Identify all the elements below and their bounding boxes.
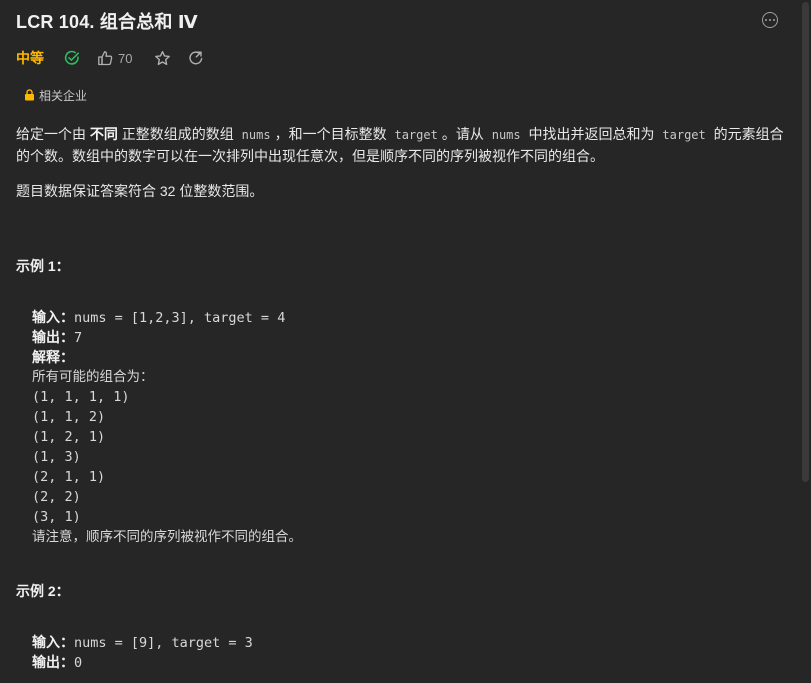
example-1-explain: 解释：	[32, 349, 74, 365]
inline-code: target	[662, 128, 706, 142]
problem-title[interactable]: LCR 104. 组合总和 Ⅳ	[16, 8, 198, 34]
more-icon[interactable]	[762, 12, 778, 28]
scrollbar[interactable]	[800, 0, 811, 683]
combo-line: (2, 2)	[32, 489, 81, 505]
difficulty-badge: 中等	[16, 50, 44, 66]
example-1-explain-intro: 所有可能的组合为：	[32, 369, 154, 384]
desc-emphasis: 不同	[89, 126, 118, 142]
desc-text: 。请从	[441, 126, 488, 142]
like-count: 70	[118, 50, 133, 66]
problem-description: 给定一个由 不同 正整数组成的数组 nums ，和一个目标整数 target 。请从…	[16, 124, 796, 167]
combo-line: (1, 3)	[32, 449, 81, 465]
share-icon[interactable]	[188, 50, 204, 66]
desc-text: 给定一个由	[16, 126, 90, 142]
example-1-output: 输出：7	[32, 329, 83, 346]
example-1-title: 示例 1：	[16, 258, 70, 274]
combo-line: (2, 1, 1)	[32, 469, 106, 485]
inline-code: nums	[491, 128, 521, 142]
example-2-output: 输出：0	[32, 654, 83, 671]
problem-page: LCR 104. 组合总和 Ⅳ 中等 70 相关企业 给定一个由 不同 正整数组…	[0, 0, 800, 683]
desc-text: 中找出并返回总和为	[524, 126, 659, 142]
meta-row: 中等 70	[16, 48, 204, 68]
combo-line: (1, 1, 1, 1)	[32, 389, 130, 405]
title-row: LCR 104. 组合总和 Ⅳ	[16, 8, 198, 34]
desc-text: 正整数组成的数组	[117, 126, 238, 142]
constraint-note: 题目数据保证答案符合 32 位整数范围。	[16, 183, 264, 199]
example-2-block: 输入：nums = [9], target = 3 输出：0	[32, 632, 253, 672]
scrollbar-thumb[interactable]	[802, 2, 809, 482]
lock-icon	[24, 89, 35, 101]
desc-text: ，和一个目标整数	[274, 126, 391, 142]
related-companies[interactable]: 相关企业	[24, 86, 87, 104]
example-1-block: 输入：nums = [1,2,3], target = 4 输出：7 解释： 所…	[32, 307, 302, 547]
inline-code: target	[394, 128, 438, 142]
like-button[interactable]: 70	[97, 50, 132, 66]
combo-line: (1, 1, 2)	[32, 409, 106, 425]
combo-line: (1, 2, 1)	[32, 429, 106, 445]
star-icon[interactable]	[154, 50, 171, 67]
check-circle-icon	[64, 50, 80, 66]
example-1-note: 请注意，顺序不同的序列被视作不同的组合。	[32, 529, 302, 544]
example-2-title: 示例 2：	[16, 583, 70, 599]
inline-code: nums	[241, 128, 271, 142]
combo-line: (3, 1)	[32, 509, 81, 525]
example-2-input: 输入：nums = [9], target = 3	[32, 634, 253, 651]
thumb-up-icon[interactable]	[97, 50, 113, 66]
example-1-input: 输入：nums = [1,2,3], target = 4	[32, 309, 286, 326]
related-companies-label[interactable]: 相关企业	[39, 87, 87, 104]
